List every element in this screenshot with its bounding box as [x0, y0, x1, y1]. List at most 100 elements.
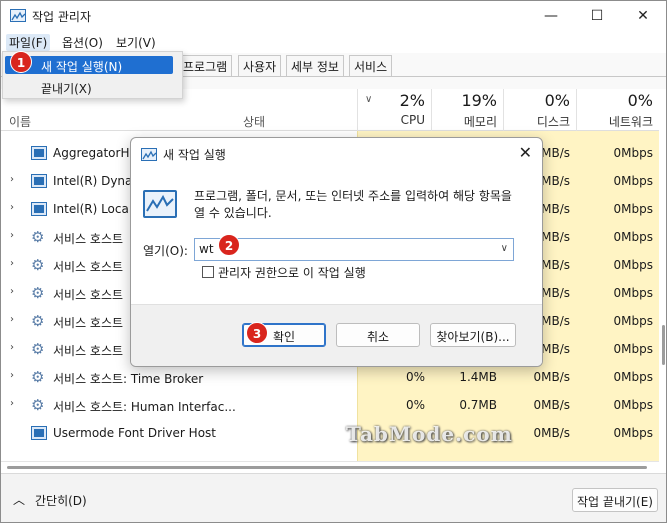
tab-users[interactable]: 사용자 [238, 55, 282, 76]
chevron-right-icon[interactable]: › [10, 398, 14, 409]
watermark-text: TabMode.com [346, 422, 513, 446]
process-memory: 0.7MB [459, 398, 497, 412]
tab-startup[interactable]: 프로그램 [178, 55, 233, 76]
process-name: AggregatorHo [53, 146, 137, 160]
chevron-right-icon[interactable]: › [10, 314, 14, 325]
disk-label: 디스크 [536, 115, 570, 129]
gear-icon: ⚙ [31, 284, 45, 302]
gear-icon: ⚙ [31, 228, 45, 246]
app-icon [31, 202, 47, 216]
gear-icon: ⚙ [31, 368, 45, 386]
footer-bar: ︿ 간단히(D) 작업 끝내기(E) [1, 473, 666, 522]
process-name: 서비스 호스트 [53, 288, 124, 302]
process-network: 0Mbps [613, 314, 653, 328]
process-cpu: 0% [405, 398, 425, 412]
process-name: 서비스 호스트: Time Broker [53, 372, 204, 386]
dialog-close-icon[interactable]: ✕ [519, 143, 532, 162]
tab-details[interactable]: 세부 정보 [286, 55, 344, 76]
minimize-button[interactable]: — [528, 1, 574, 31]
app-icon [31, 174, 47, 188]
process-disk: 0MB/s [533, 426, 570, 440]
process-memory: 1.4MB [459, 370, 497, 384]
column-memory[interactable]: 19% 메모리 [431, 89, 503, 131]
process-name: 서비스 호스트 [53, 316, 124, 330]
maximize-button[interactable]: ☐ [574, 1, 620, 31]
table-row[interactable]: Usermode Font Driver Host 0MB/s 0Mbps [1, 419, 659, 447]
vertical-scroll-thumb[interactable] [662, 325, 665, 365]
process-network: 0Mbps [613, 230, 653, 244]
process-network: 0Mbps [613, 146, 653, 160]
chevron-right-icon[interactable]: › [10, 370, 14, 381]
gear-icon: ⚙ [31, 340, 45, 358]
maximize-icon: ☐ [590, 8, 604, 24]
chevron-right-icon[interactable]: › [10, 174, 14, 185]
column-disk[interactable]: 0% 디스크 [503, 89, 576, 131]
open-combobox[interactable]: wt ∨ [194, 238, 514, 261]
horizontal-scroll-thumb[interactable] [7, 466, 647, 469]
chevron-up-icon[interactable]: ︿ [13, 491, 25, 508]
run-program-icon [143, 190, 177, 218]
dialog-title: 새 작업 실행 [163, 148, 226, 162]
cpu-percent: 2% [399, 91, 425, 110]
process-name: 서비스 호스트 [53, 232, 124, 246]
menu-view[interactable]: 보기(V) [113, 34, 159, 51]
gear-icon: ⚙ [31, 256, 45, 274]
horizontal-scrollbar[interactable] [1, 461, 659, 473]
minimize-icon: — [544, 8, 558, 24]
title-bar: 작업 관리자 — ☐ ✕ [1, 1, 666, 31]
step-badge-2: 2 [218, 234, 240, 256]
step-badge-1: 1 [10, 51, 32, 73]
menu-options[interactable]: 옵션(O) [59, 34, 106, 51]
process-network: 0Mbps [613, 370, 653, 384]
gear-icon: ⚙ [31, 396, 45, 414]
cancel-button[interactable]: 취소 [336, 323, 420, 347]
browse-button[interactable]: 찾아보기(B)... [430, 323, 516, 347]
fewer-details-link[interactable]: 간단히(D) [35, 492, 87, 509]
window-title: 작업 관리자 [32, 10, 92, 24]
task-manager-window: 작업 관리자 — ☐ ✕ 파일(F) 옵션(O) 보기(V) 프로그램 사용자 … [0, 0, 667, 523]
chevron-right-icon[interactable]: › [10, 342, 14, 353]
admin-checkbox-label[interactable]: 관리자 권한으로 이 작업 실행 [218, 264, 366, 281]
process-disk: 0MB/s [533, 398, 570, 412]
close-icon: ✕ [637, 8, 649, 24]
process-name: 서비스 호스트 [53, 344, 124, 358]
menu-item-exit[interactable]: 끝내기(X) [5, 78, 173, 96]
chevron-down-icon[interactable]: ∨ [501, 243, 508, 254]
task-manager-icon [10, 9, 26, 22]
column-network[interactable]: 0% 네트워크 [576, 89, 659, 131]
process-name: 서비스 호스트 [53, 260, 124, 274]
run-new-task-dialog: 새 작업 실행 ✕ 프로그램, 폴더, 문서, 또는 인터넷 주소를 입력하여 … [130, 137, 543, 367]
chevron-right-icon[interactable]: › [10, 230, 14, 241]
dialog-description: 프로그램, 폴더, 문서, 또는 인터넷 주소를 입력하여 해당 항목을 열 수… [194, 189, 512, 220]
process-cpu: 0% [405, 370, 425, 384]
menu-bar: 파일(F) 옵션(O) 보기(V) [1, 31, 666, 53]
process-network: 0Mbps [613, 398, 653, 412]
step-badge-3: 3 [246, 322, 268, 344]
process-disk: 0MB/s [533, 370, 570, 384]
app-icon [31, 426, 47, 440]
end-task-button[interactable]: 작업 끝내기(E) [572, 488, 658, 512]
network-percent: 0% [627, 91, 653, 110]
memory-label: 메모리 [463, 115, 497, 129]
table-row[interactable]: › ⚙ 서비스 호스트: Human Interfac... 0% 0.7MB 0MB/s… [1, 391, 659, 419]
close-button[interactable]: ✕ [620, 1, 666, 31]
open-input-value[interactable]: wt [199, 242, 214, 256]
app-icon [31, 146, 47, 160]
column-status[interactable]: 상태 [243, 113, 265, 130]
disk-percent: 0% [544, 91, 570, 110]
table-row[interactable]: › ⚙ 서비스 호스트: Time Broker 0% 1.4MB 0MB/s 0Mbps [1, 363, 659, 391]
column-name[interactable]: 이름 [9, 113, 31, 130]
chevron-right-icon[interactable]: › [10, 202, 14, 213]
column-cpu[interactable]: 2% CPU [357, 89, 431, 131]
process-network: 0Mbps [613, 202, 653, 216]
chevron-right-icon[interactable]: › [10, 258, 14, 269]
dialog-button-area: 확인 취소 찾아보기(B)... [131, 304, 542, 366]
tab-services[interactable]: 서비스 [349, 55, 393, 76]
process-network: 0Mbps [613, 174, 653, 188]
open-label: 열기(O): [143, 244, 188, 258]
admin-checkbox[interactable] [202, 266, 214, 278]
vertical-scrollbar[interactable] [659, 89, 666, 473]
menu-file[interactable]: 파일(F) [6, 34, 51, 51]
chevron-right-icon[interactable]: › [10, 286, 14, 297]
cpu-label: CPU [400, 113, 425, 127]
